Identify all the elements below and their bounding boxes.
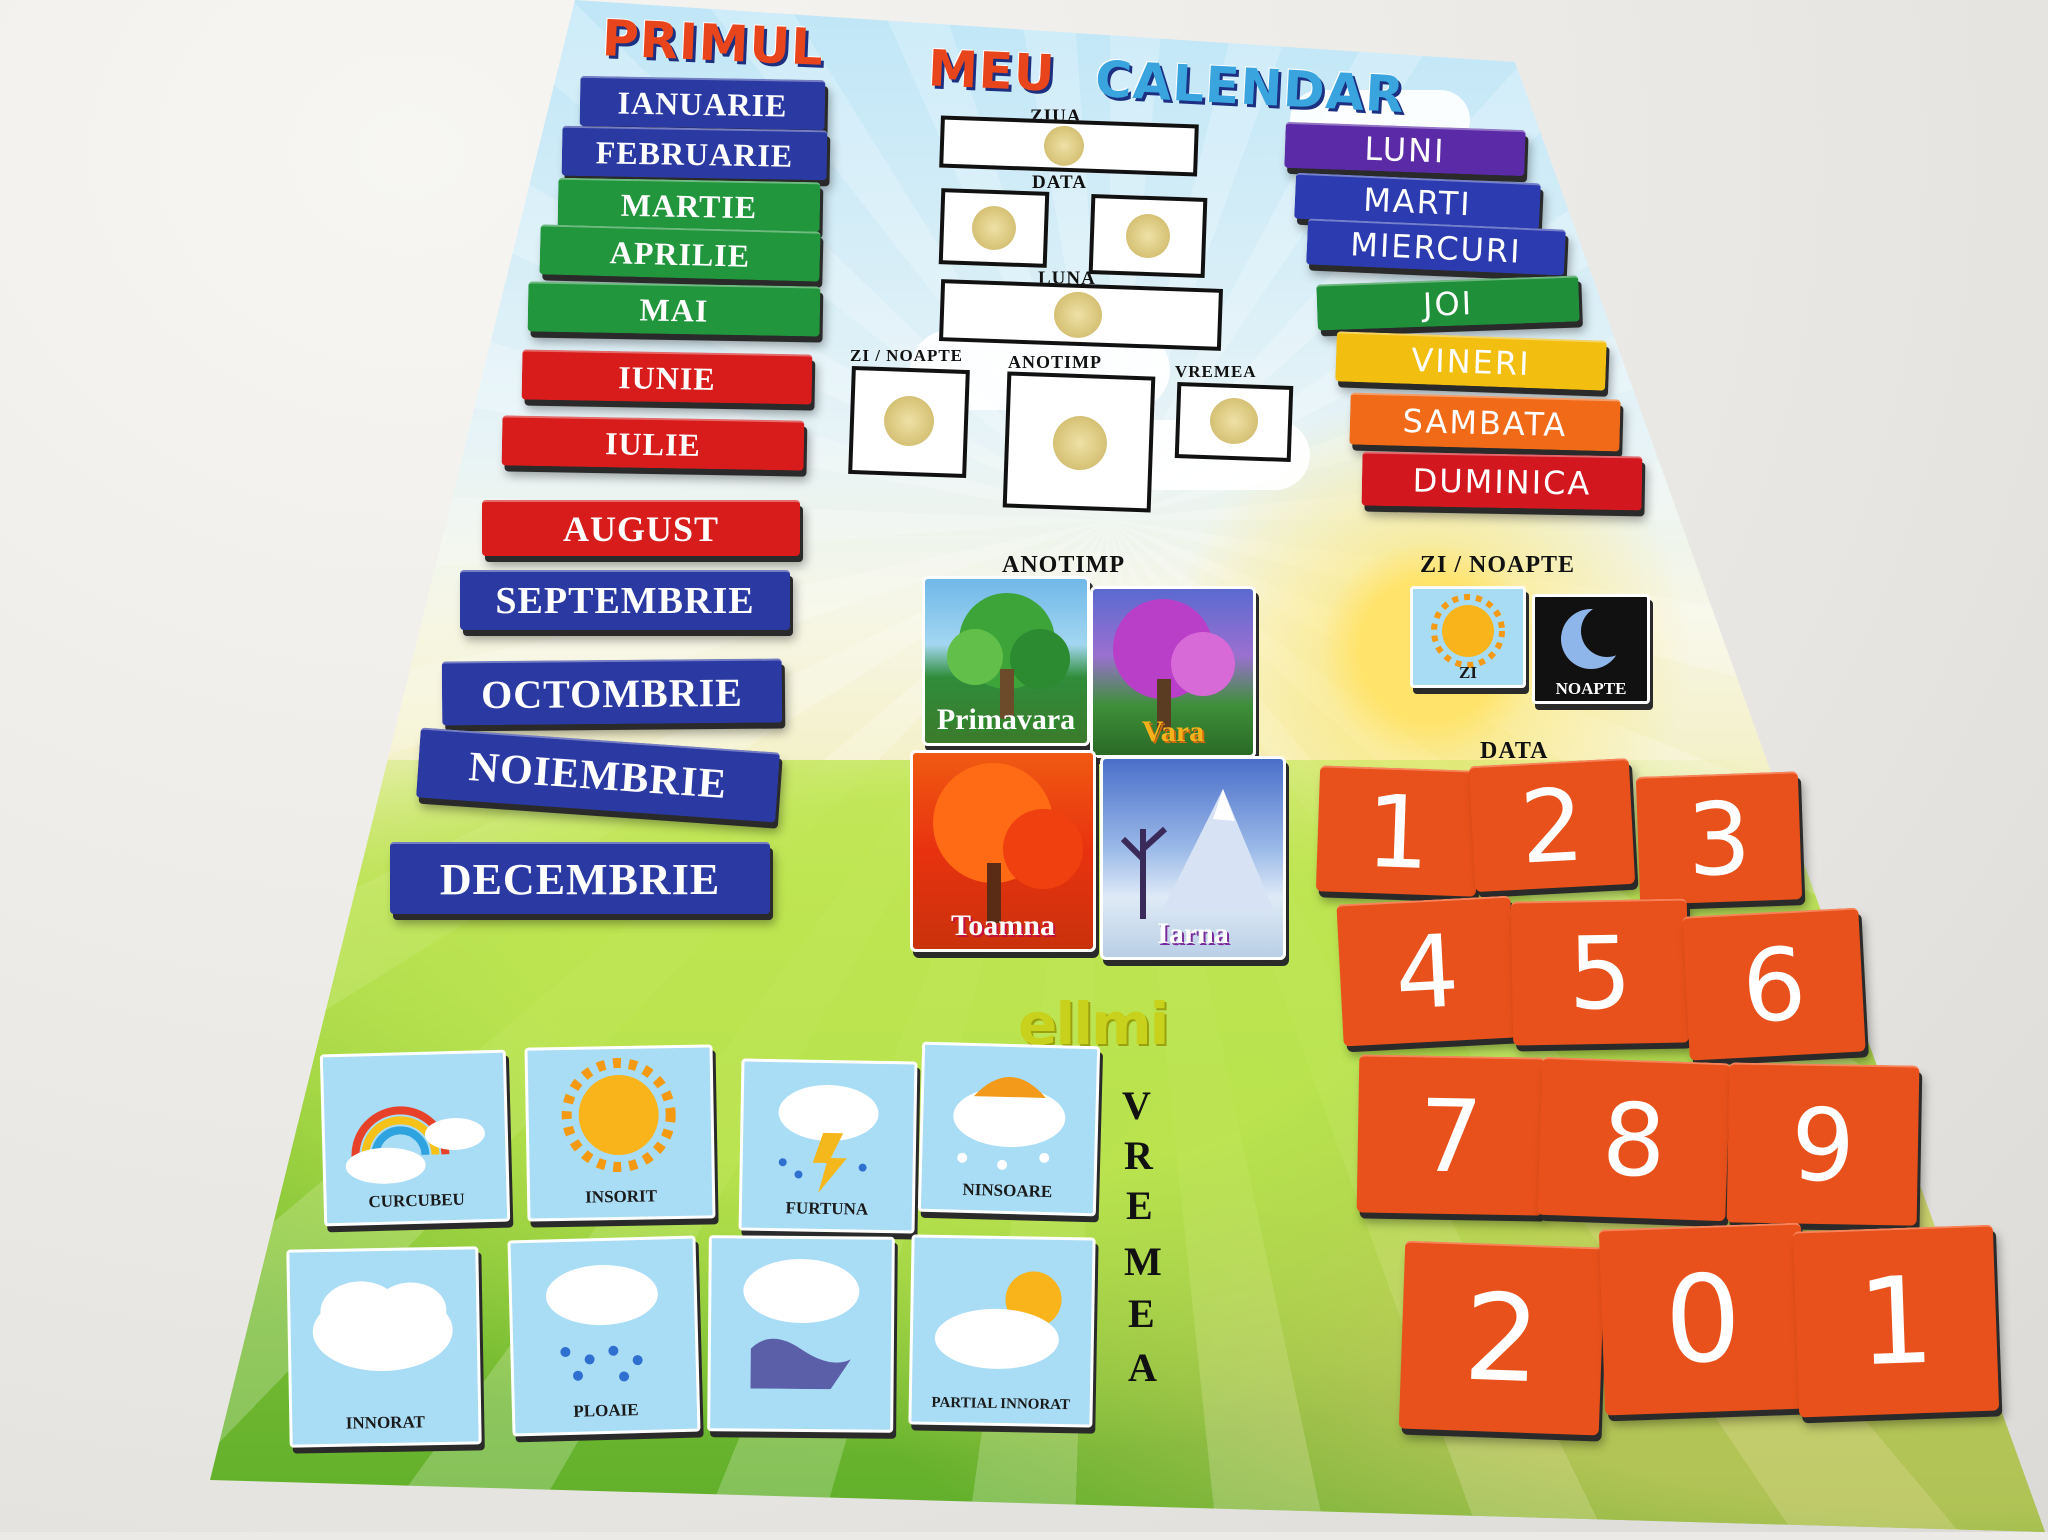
slot-data-1[interactable] — [938, 188, 1050, 268]
vremea-letter: A — [1128, 1345, 1157, 1390]
number-tile[interactable]: 9 — [1726, 1062, 1920, 1226]
month-ianuarie[interactable]: IANUARIE — [579, 75, 826, 131]
weather-label: CURCUBEU — [368, 1189, 466, 1212]
number-tile[interactable]: 3 — [1635, 771, 1803, 905]
slot-anotimp[interactable] — [1002, 371, 1156, 513]
title-word-primul: PRIMUL — [600, 9, 826, 77]
velcro-dot — [883, 395, 935, 447]
section-label-zi-noapte: ZI / NOAPTE — [1420, 552, 1576, 578]
day-card-label: ZI — [1459, 663, 1477, 682]
number-tile[interactable]: 1 — [1315, 765, 1481, 897]
weather-label: PLOAIE — [573, 1400, 639, 1421]
snow-cloud-icon — [953, 1077, 1066, 1170]
number-tile[interactable]: 2 — [1468, 757, 1636, 893]
photo-scene: PRIMUL MEU CALENDAR IANUARIE FEBRUARIE M… — [0, 0, 2048, 1532]
month-martie[interactable]: MARTIE — [557, 177, 821, 233]
weather-card-ninsoare[interactable]: NINSOARE — [917, 1041, 1101, 1217]
weather-card-curcubeu[interactable]: CURCUBEU — [319, 1049, 511, 1227]
season-card-toamna[interactable]: Toamna — [910, 750, 1096, 952]
number-tile[interactable]: 5 — [1510, 898, 1690, 1046]
slot-label-vremea: VREMEA — [1175, 362, 1257, 381]
velcro-dot — [1209, 397, 1259, 445]
rainbow-cloud-icon — [345, 1106, 485, 1184]
weather-card-furtuna[interactable]: FURTUNA — [738, 1058, 918, 1234]
velcro-dot — [1053, 291, 1103, 339]
month-septembrie[interactable]: SEPTEMBRIE — [460, 570, 790, 630]
day-card-zi[interactable]: ZI — [1410, 586, 1526, 688]
vremea-letter: V — [1122, 1083, 1151, 1128]
number-tile[interactable]: 2 — [1398, 1240, 1606, 1436]
season-label: Primavara — [936, 703, 1076, 736]
month-decembrie[interactable]: DECEMBRIE — [390, 842, 770, 914]
day-duminica[interactable]: DUMINICA — [1361, 451, 1643, 511]
sun-icon — [1431, 594, 1505, 668]
number-tile[interactable]: 4 — [1336, 895, 1518, 1047]
weather-label: INSORIT — [585, 1186, 658, 1207]
season-card-primavara[interactable]: Primavara — [922, 576, 1090, 746]
number-tile[interactable]: 0 — [1598, 1222, 1808, 1416]
weather-card-partial-innorat[interactable]: PARTIAL INNORAT — [908, 1234, 1096, 1428]
velcro-dot — [1125, 213, 1171, 259]
weather-card-blank[interactable] — [707, 1235, 895, 1433]
weather-label: PARTIAL INNORAT — [931, 1394, 1071, 1414]
cloud-icon — [312, 1281, 453, 1372]
day-joi[interactable]: JOI — [1316, 275, 1580, 331]
vremea-letter: E — [1128, 1291, 1155, 1336]
cloud-icon — [743, 1258, 860, 1390]
slot-label-anotimp: ANOTIMP — [1008, 352, 1102, 372]
month-mai[interactable]: MAI — [527, 281, 821, 337]
weather-card-insorit[interactable]: INSORIT — [524, 1044, 716, 1222]
month-februarie[interactable]: FEBRUARIE — [561, 125, 828, 181]
vremea-letter: R — [1124, 1133, 1153, 1178]
sun-cloud-icon — [934, 1271, 1062, 1369]
section-label-data: DATA — [1480, 738, 1549, 764]
weather-card-innorat[interactable]: INNORAT — [286, 1246, 482, 1448]
weather-card-ploaie[interactable]: PLOAIE — [507, 1235, 701, 1437]
day-vineri[interactable]: VINERI — [1335, 331, 1607, 391]
number-tile[interactable]: 1 — [1792, 1224, 2000, 1418]
night-card-noapte[interactable]: NOAPTE — [1532, 594, 1650, 704]
season-label: Vara — [1141, 715, 1205, 748]
season-card-iarna[interactable]: Iarna — [1100, 756, 1286, 960]
weather-label — [710, 1418, 890, 1420]
season-label: Iarna — [1157, 917, 1229, 950]
month-august[interactable]: AUGUST — [482, 500, 800, 556]
slot-zi-noapte[interactable] — [848, 365, 970, 479]
vremea-letter: E — [1126, 1183, 1153, 1228]
night-card-label: NOAPTE — [1555, 679, 1627, 698]
weather-label: INNORAT — [345, 1412, 425, 1433]
rain-cloud-icon — [545, 1265, 658, 1382]
slot-vremea[interactable] — [1174, 381, 1294, 463]
number-tile[interactable]: 7 — [1356, 1054, 1546, 1216]
vremea-letter: M — [1124, 1239, 1162, 1284]
number-tile[interactable]: 8 — [1537, 1056, 1731, 1222]
month-aprilie[interactable]: APRILIE — [539, 224, 821, 282]
weather-label: NINSOARE — [962, 1179, 1053, 1202]
calendar-board: PRIMUL MEU CALENDAR IANUARIE FEBRUARIE M… — [210, 0, 2048, 1532]
weather-label: FURTUNA — [785, 1198, 869, 1219]
slot-ziua[interactable] — [939, 115, 1199, 177]
velcro-dot — [1052, 415, 1108, 471]
velcro-dot — [971, 205, 1017, 251]
day-luni[interactable]: LUNI — [1284, 121, 1526, 177]
month-octombrie[interactable]: OCTOMBRIE — [441, 658, 783, 726]
moon-icon — [1561, 605, 1633, 669]
season-label: Toamna — [951, 909, 1055, 942]
sun-icon — [561, 1058, 676, 1173]
storm-cloud-icon — [778, 1084, 879, 1193]
season-card-vara[interactable]: Vara — [1090, 586, 1256, 758]
day-sambata[interactable]: SAMBATA — [1349, 392, 1621, 452]
velcro-dot — [1043, 125, 1085, 167]
month-iulie[interactable]: IULIE — [501, 415, 805, 471]
slot-data-2[interactable] — [1088, 194, 1208, 278]
slot-luna[interactable] — [939, 279, 1223, 351]
title-word-meu: MEU — [926, 39, 1057, 103]
number-tile[interactable]: 6 — [1682, 907, 1866, 1061]
month-iunie[interactable]: IUNIE — [521, 349, 813, 405]
section-label-anotimp: ANOTIMP — [1002, 552, 1125, 578]
slot-label-zi-noapte: ZI / NOAPTE — [850, 346, 964, 365]
